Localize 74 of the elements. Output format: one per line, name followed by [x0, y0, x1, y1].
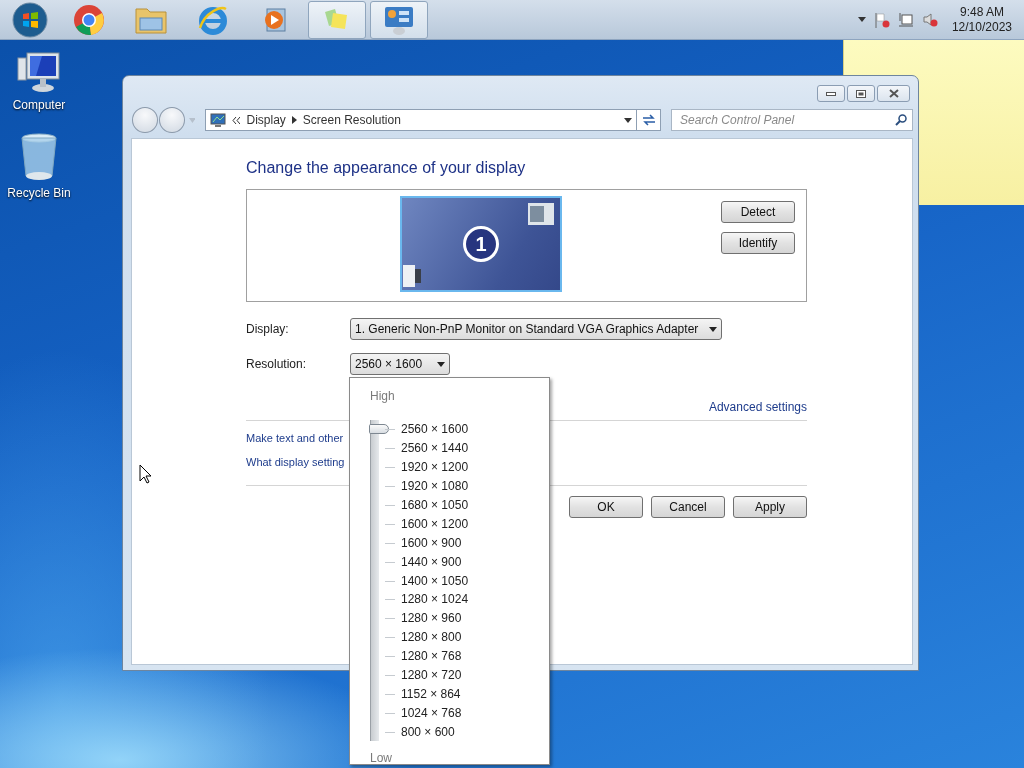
page-heading: Change the appearance of your display	[246, 159, 527, 177]
flag-error-icon[interactable]	[873, 11, 890, 28]
folder-icon	[135, 5, 167, 34]
advanced-settings-link[interactable]: Advanced settings	[708, 400, 807, 414]
high-label: High	[370, 388, 395, 404]
close-icon	[888, 89, 899, 98]
taskbar-button[interactable]	[308, 0, 366, 39]
computer-icon	[15, 50, 63, 94]
breadcrumb-arrow-icon[interactable]	[291, 116, 297, 124]
minimize-icon	[826, 91, 836, 96]
browser-icon	[73, 3, 105, 36]
resolution-option[interactable]: 1920 × 1080	[401, 479, 469, 494]
show-hidden-icons-icon[interactable]	[857, 17, 866, 22]
resolution-option[interactable]: 800 × 600	[401, 724, 455, 739]
resolution-option[interactable]: 1280 × 1024	[401, 592, 469, 607]
ok-button[interactable]: OK	[569, 496, 643, 518]
address-bar[interactable]: Display Screen Resolution	[205, 109, 638, 131]
maximize-button[interactable]	[847, 85, 875, 102]
resolution-option[interactable]: 1024 × 768	[401, 705, 462, 720]
resolution-option[interactable]: 1680 × 1050	[401, 498, 469, 512]
resolution-option[interactable]: 2560 × 1600	[401, 422, 469, 437]
breadcrumb[interactable]: Display	[246, 113, 286, 127]
gadget-thumbnail-icon	[403, 265, 421, 287]
breadcrumb[interactable]: Screen Resolution	[302, 113, 401, 127]
taskbar-button[interactable]	[370, 0, 428, 39]
identify-button[interactable]: Identify	[721, 232, 795, 254]
field-label: Display:	[246, 322, 290, 336]
resolution-option[interactable]: 1440 × 900	[401, 554, 462, 569]
close-button[interactable]	[877, 85, 910, 102]
network-icon[interactable]	[897, 11, 914, 28]
minimize-button[interactable]	[817, 85, 845, 102]
apply-button[interactable]: Apply	[733, 496, 807, 518]
back-button[interactable]	[132, 107, 158, 133]
resolution-option[interactable]: 1600 × 900	[401, 535, 462, 550]
forward-button[interactable]	[158, 107, 185, 133]
help-link[interactable]: What display setting	[246, 456, 345, 468]
dropdown-arrow-icon	[709, 326, 717, 332]
slider-thumb[interactable]	[369, 424, 389, 434]
desktop-icon-label[interactable]: Recycle Bin	[7, 186, 71, 200]
low-label: Low	[370, 750, 392, 767]
cancel-button[interactable]: Cancel	[651, 496, 725, 518]
resolution-option[interactable]: 1400 × 1050	[401, 573, 469, 588]
search-icon	[895, 114, 907, 126]
resolution-option[interactable]: 1600 × 1200	[401, 516, 469, 531]
monitor-number: 1	[463, 226, 499, 262]
double-chevron-icon	[232, 116, 241, 124]
maximize-icon	[856, 89, 866, 98]
resolution-option[interactable]: 1280 × 720	[401, 668, 462, 682]
search-field[interactable]: Search Control Panel	[671, 109, 913, 131]
start-orb-icon	[12, 1, 48, 38]
resolution-option[interactable]: 2560 × 1440	[401, 441, 469, 456]
resolution-option[interactable]: 1152 × 864	[401, 686, 461, 701]
resolution-dropdown[interactable]: 2560 × 1600	[350, 353, 450, 375]
resolution-option[interactable]: 1280 × 960	[401, 611, 462, 626]
resolution-option[interactable]: 1280 × 768	[401, 649, 462, 664]
clock-date[interactable]: 12/10/2023	[951, 19, 1012, 35]
refresh-icon	[641, 114, 656, 126]
window-thumbnail-icon	[528, 203, 554, 225]
mouse-pointer-icon	[139, 464, 152, 484]
clock-time[interactable]: 9:48 AM	[959, 4, 1004, 20]
display-settings-icon	[210, 112, 227, 128]
desktop-icon-label[interactable]: Computer	[12, 98, 66, 112]
monitor-tile[interactable]: 1	[400, 196, 562, 292]
resolution-option[interactable]: 1280 × 800	[401, 630, 462, 645]
refresh-button[interactable]	[637, 109, 661, 131]
resolution-option[interactable]: 1920 × 1200	[401, 460, 469, 475]
dropdown-arrow-icon[interactable]	[624, 117, 633, 123]
detect-button[interactable]: Detect	[721, 201, 795, 223]
display-dropdown[interactable]: 1. Generic Non-PnP Monitor on Standard VGA Graphics Adapter	[350, 318, 722, 340]
speaker-muted-icon[interactable]	[921, 11, 938, 28]
help-link[interactable]: Make text and other	[246, 432, 344, 444]
field-label: Resolution:	[246, 357, 308, 371]
dropdown-arrow-icon	[437, 361, 445, 367]
recycle-bin-icon	[19, 132, 59, 182]
